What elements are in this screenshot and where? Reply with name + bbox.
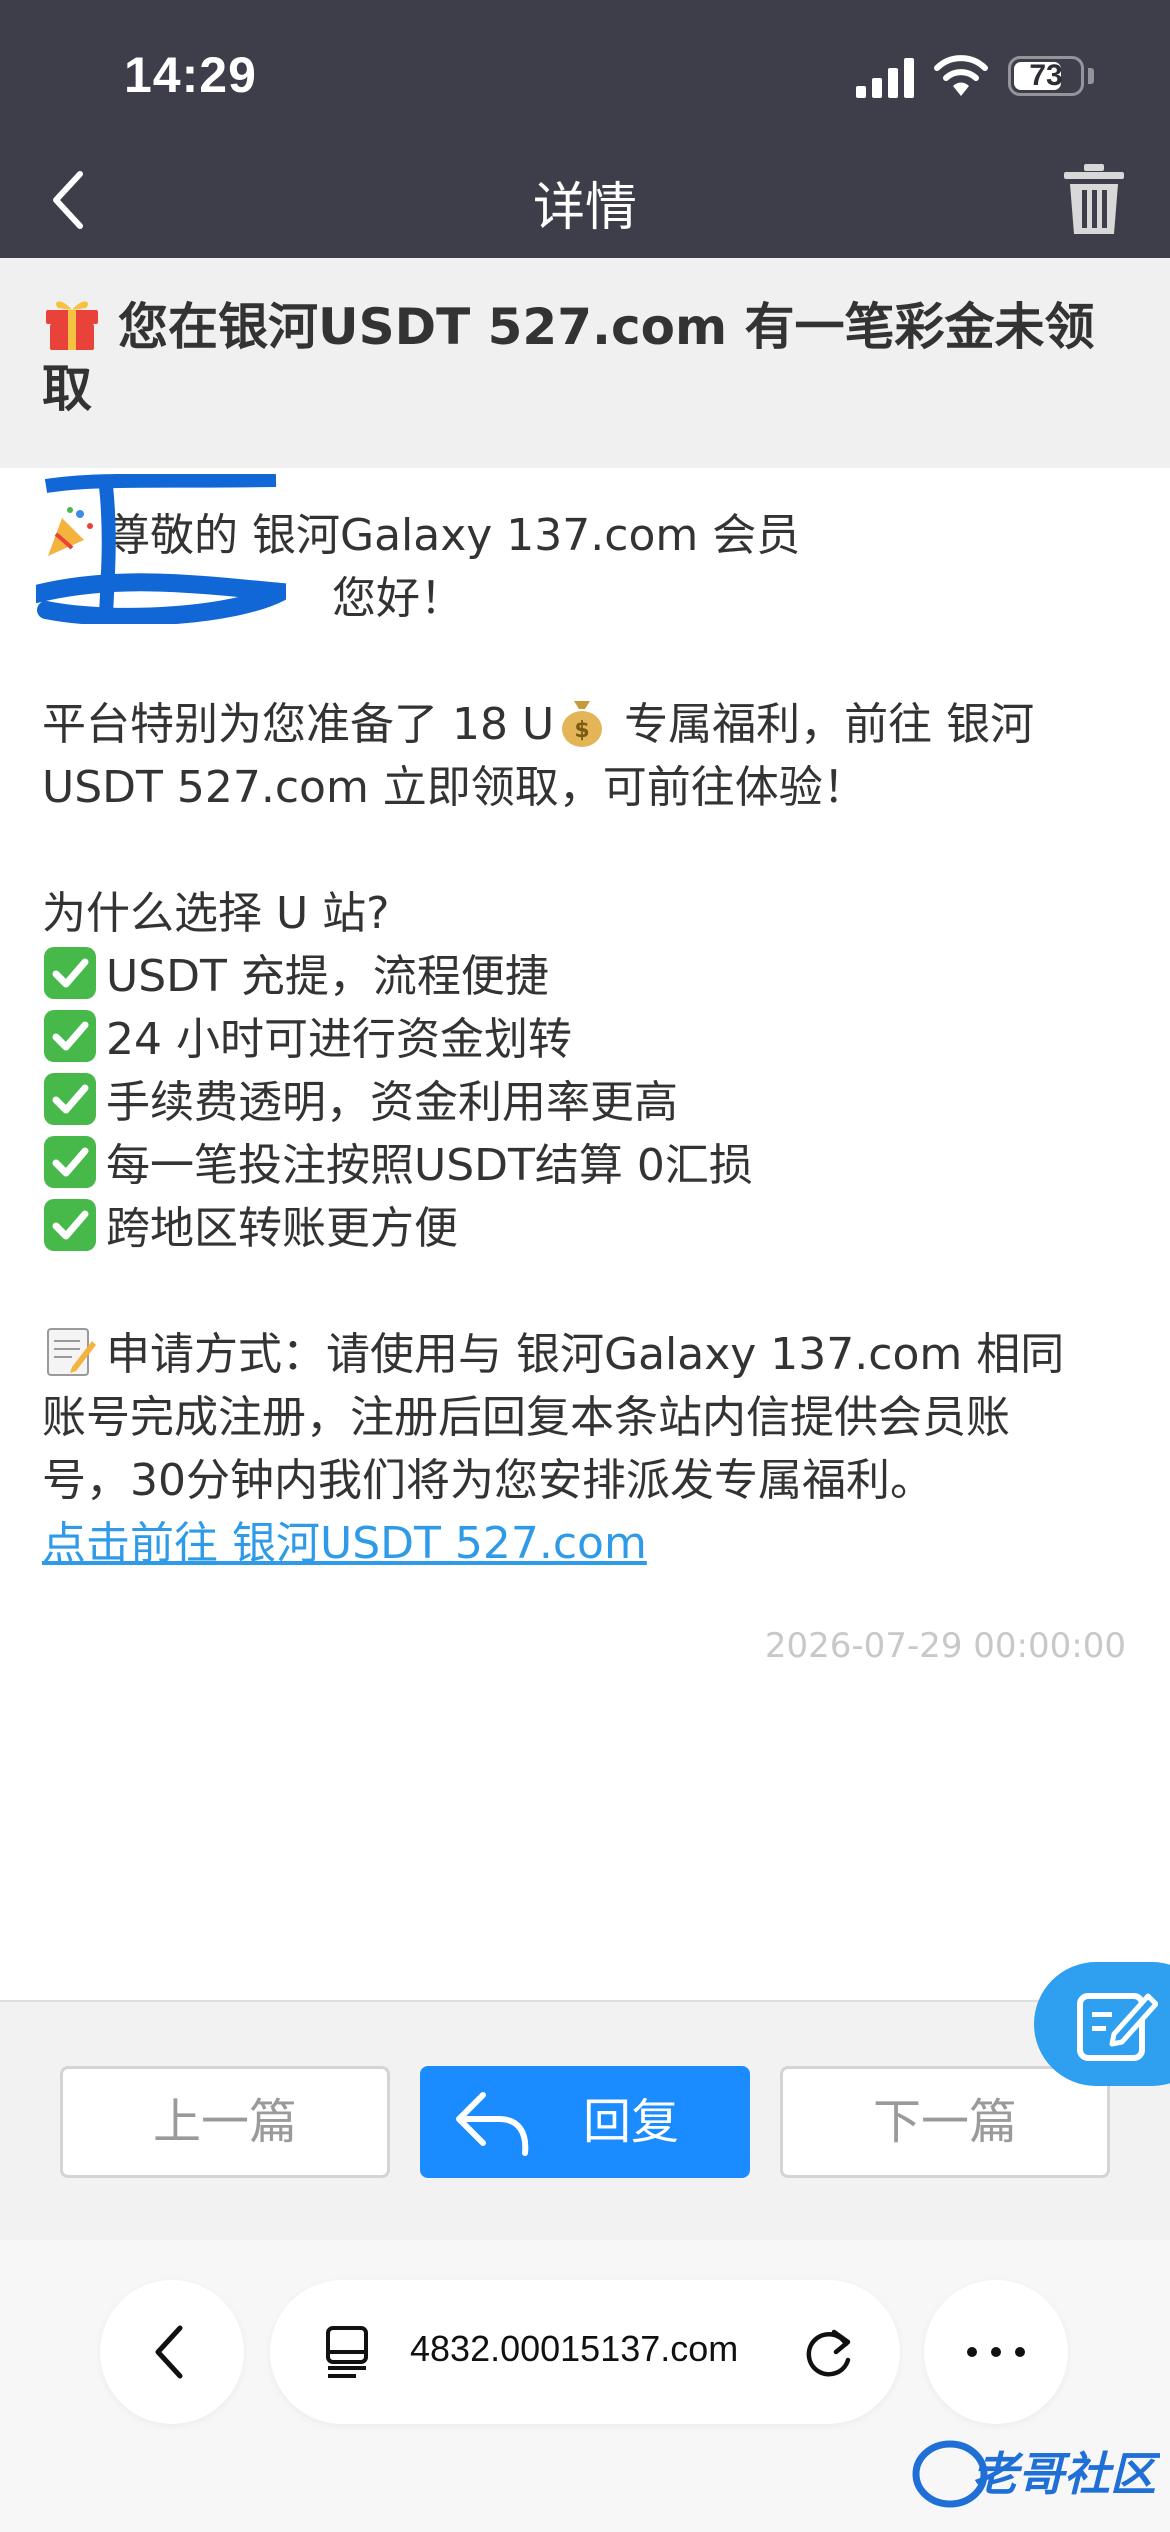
gift-icon xyxy=(46,301,98,350)
reply-label: 回复 xyxy=(583,2094,680,2150)
back-icon[interactable] xyxy=(40,160,100,240)
more-dots-icon xyxy=(967,2347,1025,2357)
address-bar[interactable]: 4832.00015137.com xyxy=(270,2280,900,2424)
compose-button[interactable] xyxy=(1034,1962,1170,2086)
feature-item: USDT 充提，流程便捷 xyxy=(42,945,1132,1008)
claim-link[interactable]: 点击前往 银河USDT 527.com xyxy=(42,1518,647,1569)
why-heading: 为什么选择 U 站? xyxy=(42,888,390,939)
memo-icon xyxy=(47,1328,96,1376)
reload-icon[interactable] xyxy=(800,2322,860,2382)
page-title: 详情 xyxy=(532,178,637,238)
money-bag-icon: $ xyxy=(562,701,603,747)
offer-line-2: USDT 527.com 立即领取，可前往体验！ xyxy=(42,762,867,813)
next-message-button[interactable]: 下一篇 xyxy=(780,2066,1110,2178)
svg-text:老哥社区: 老哥社区 xyxy=(972,2447,1160,2501)
apply-line-3: 号，30分钟内我们将为您安排派发专属福利。 xyxy=(42,1455,934,1506)
svg-text:$: $ xyxy=(575,718,590,743)
message-subject-header: 您在银河USDT 527.com 有一笔彩金未领取 xyxy=(0,258,1170,468)
check-mark-icon xyxy=(44,1010,96,1062)
message-subject: 您在银河USDT 527.com 有一笔彩金未领取 xyxy=(42,294,1122,420)
feature-item: 手续费透明，资金利用率更高 xyxy=(42,1071,1132,1134)
battery-percent: 73 xyxy=(1029,59,1063,92)
feature-item: 24 小时可进行资金划转 xyxy=(42,1008,1132,1071)
check-mark-icon xyxy=(44,947,96,999)
check-mark-icon xyxy=(44,1073,96,1125)
cellular-signal-icon xyxy=(856,58,914,98)
trash-icon[interactable] xyxy=(1062,162,1126,236)
dragon-logo-icon: 老哥社区 xyxy=(912,2440,1163,2508)
apply-line-1: 申请方式：请使用与 银河Galaxy 137.com 相同 xyxy=(42,1323,1132,1386)
feature-item: 每一笔投注按照USDT结算 0汇损 xyxy=(42,1134,1132,1197)
message-timestamp: 2026-07-29 00:00:00 xyxy=(764,1626,1126,1666)
offer-line-1: 平台特别为您准备了 18 U $ 专属福利，前往 银河 xyxy=(42,693,1132,756)
url-text[interactable]: 4832.00015137.com xyxy=(410,2328,770,2370)
previous-message-button[interactable]: 上一篇 xyxy=(60,2066,390,2178)
feature-list: USDT 充提，流程便捷 24 小时可进行资金划转 手续费透明，资金利用率更高 每一笔… xyxy=(42,945,1132,1260)
top-bar: 14:29 73 详情 xyxy=(0,0,1170,258)
redaction-scribble xyxy=(36,474,286,624)
more-options-button[interactable] xyxy=(924,2280,1068,2424)
battery-icon: 73 xyxy=(1008,56,1084,96)
battery-cap xyxy=(1088,68,1094,84)
message-body: 尊敬的 银河Galaxy 137.com 会员 您好！ 平台特别为您准备了 18… xyxy=(36,474,1132,1575)
message-action-bar: 上一篇 回复 下一篇 xyxy=(0,2000,1170,2240)
chevron-left-icon xyxy=(155,2325,183,2379)
check-mark-icon xyxy=(44,1199,96,1251)
reader-mode-icon[interactable] xyxy=(320,2322,380,2382)
browser-back-button[interactable] xyxy=(100,2280,244,2424)
feature-item: 跨地区转账更方便 xyxy=(42,1197,1132,1260)
check-mark-icon xyxy=(44,1136,96,1188)
watermark-logo: 老哥社区 xyxy=(910,2428,1163,2518)
reply-button[interactable]: 回复 xyxy=(420,2066,750,2178)
status-time: 14:29 xyxy=(124,47,257,103)
reply-icon xyxy=(456,2092,529,2156)
apply-line-2: 账号完成注册，注册后回复本条站内信提供会员账 xyxy=(42,1392,1010,1443)
compose-icon xyxy=(1077,1993,1158,2061)
wifi-icon xyxy=(934,55,988,96)
